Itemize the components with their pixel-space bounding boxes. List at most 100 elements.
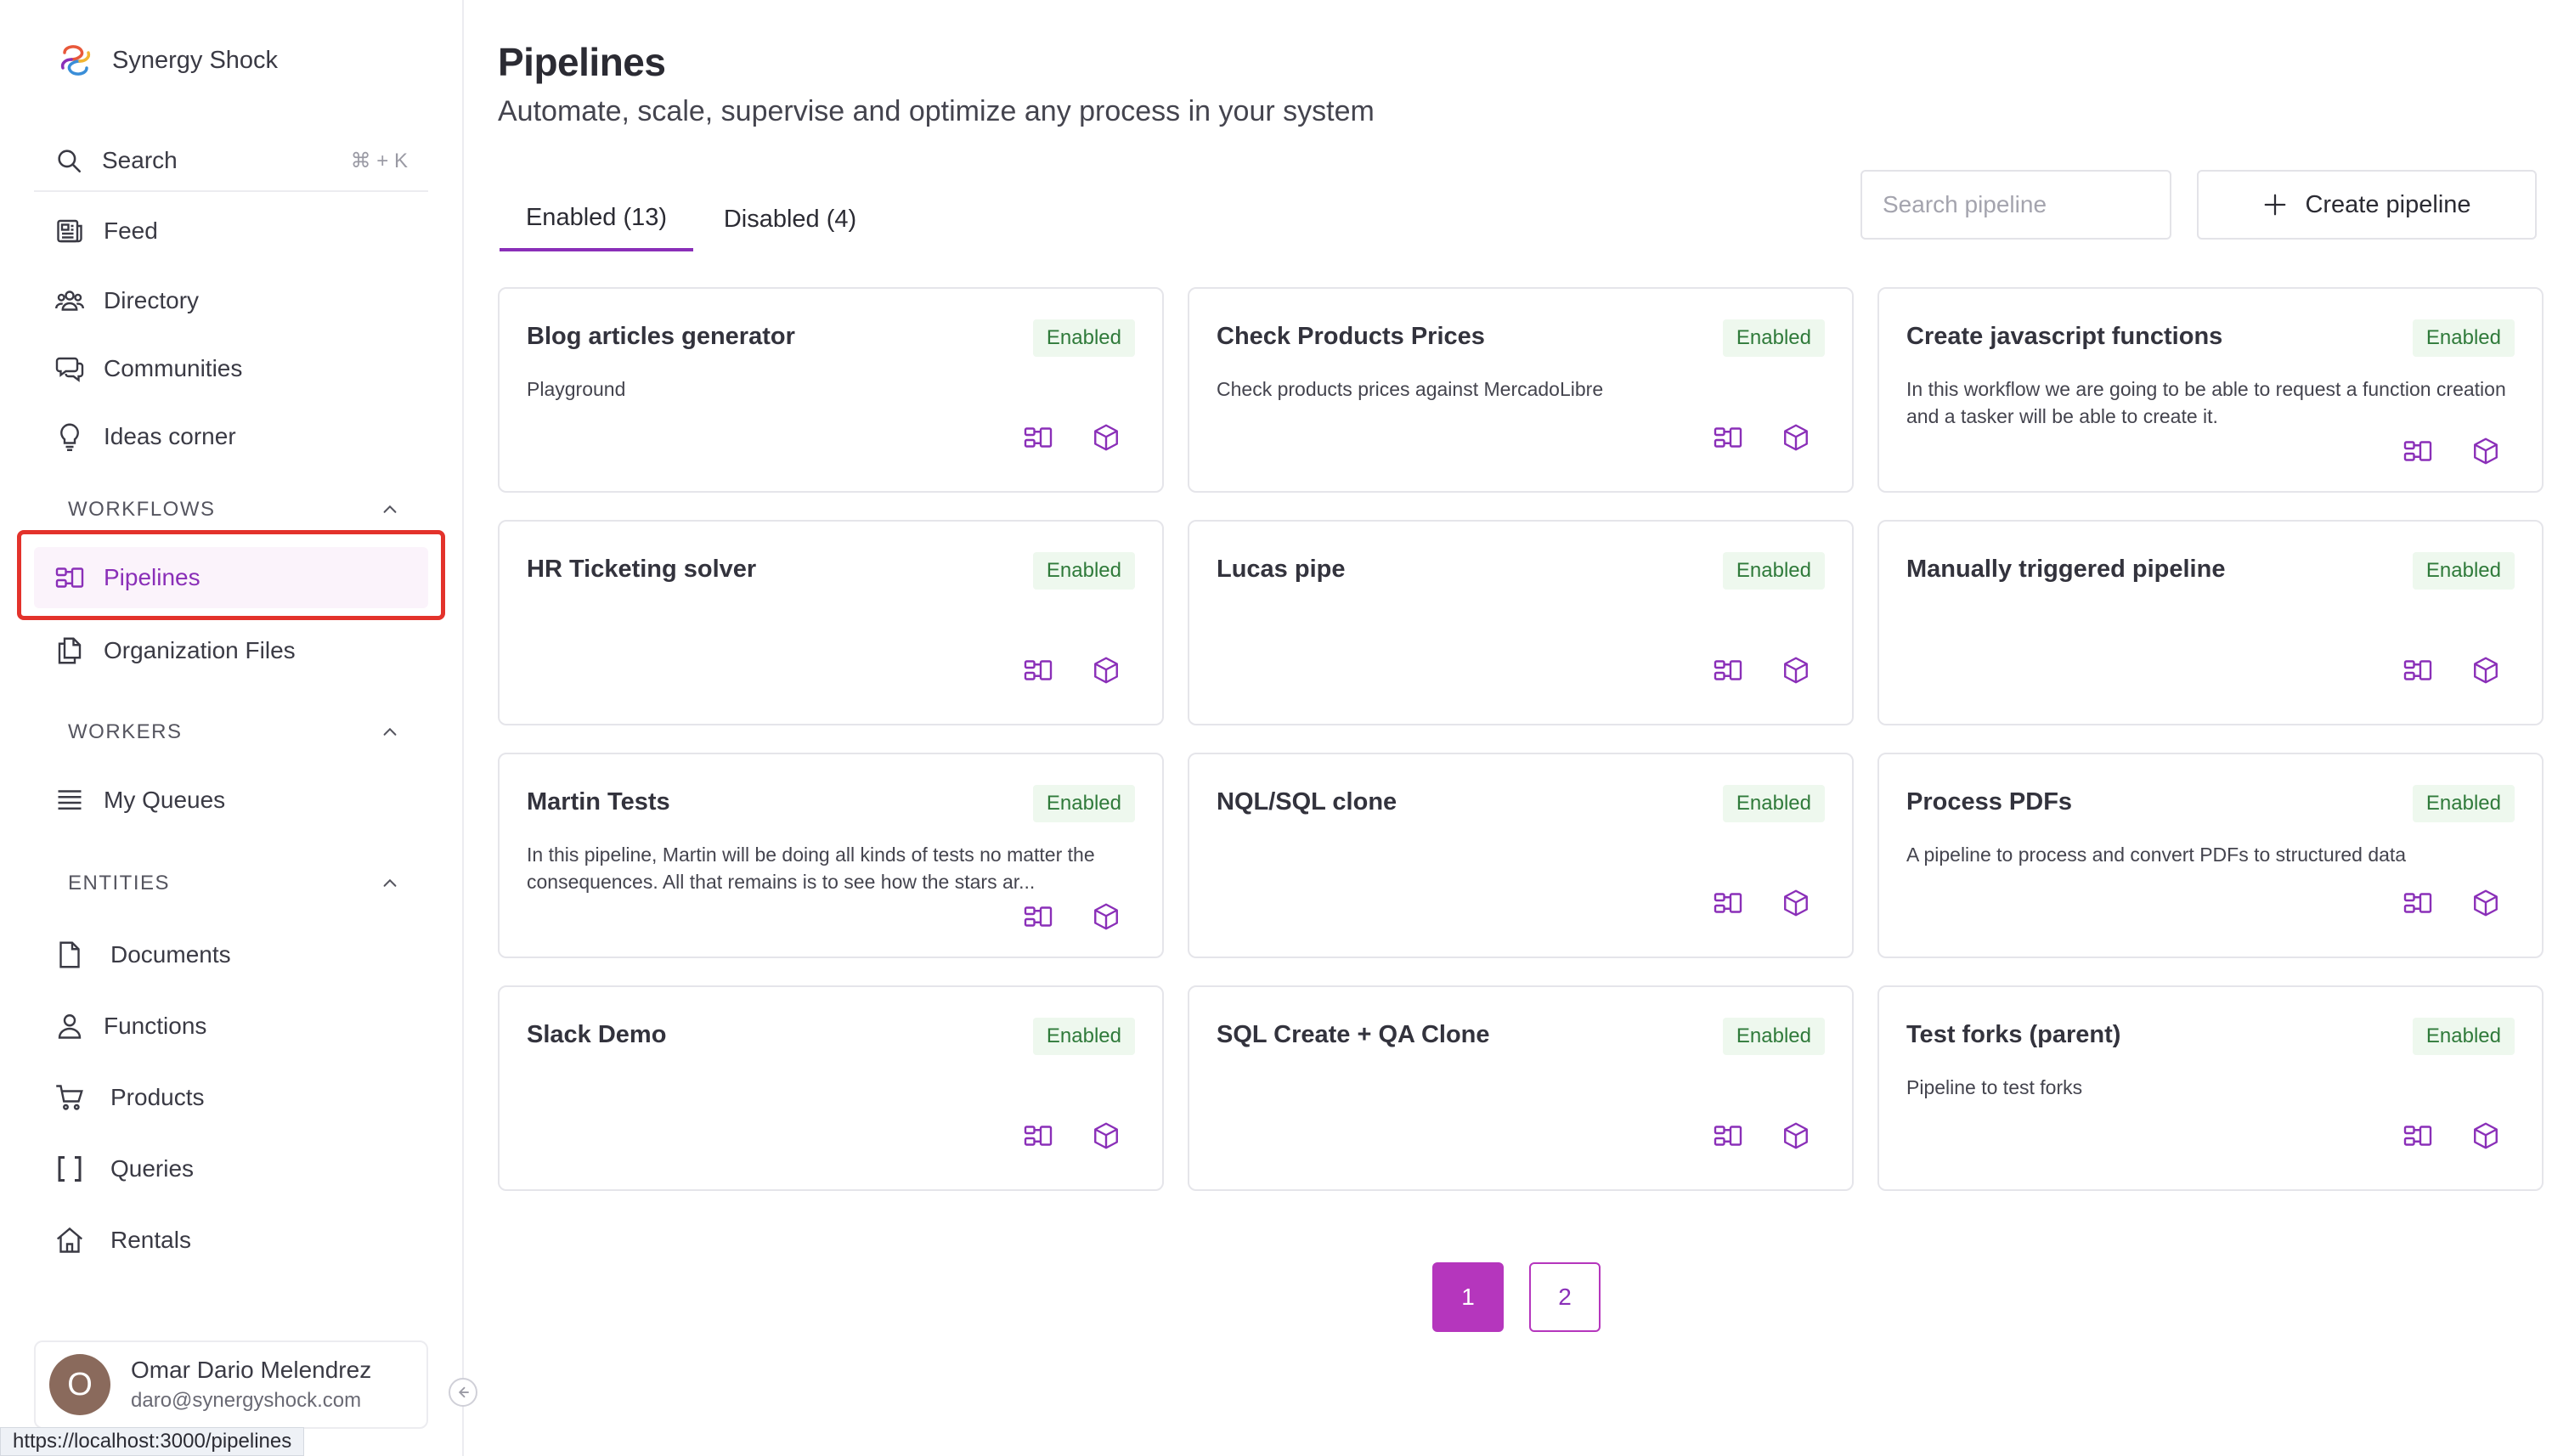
page-title: Pipelines xyxy=(498,40,666,84)
pagination-page-1[interactable]: 1 xyxy=(1432,1262,1504,1332)
pipeline-package-button[interactable] xyxy=(2470,1120,2501,1155)
cube-icon xyxy=(2474,1122,2498,1149)
brackets-icon xyxy=(58,1156,82,1182)
collapse-sidebar-button[interactable] xyxy=(449,1378,477,1407)
pipeline-description: In this pipeline, Martin will be doing a… xyxy=(527,844,1095,893)
pipeline-icon xyxy=(1714,660,1742,680)
user-profile-card[interactable]: O Omar Dario Melendrez daro@synergyshock… xyxy=(34,1340,428,1429)
sidebar-item-ideas-corner[interactable]: Ideas corner xyxy=(34,406,428,467)
pipeline-view-button[interactable] xyxy=(2402,888,2433,923)
status-badge: Enabled xyxy=(2412,552,2515,590)
cube-icon xyxy=(1094,657,1118,684)
pipeline-icon xyxy=(2403,893,2432,913)
pipeline-view-button[interactable] xyxy=(2402,655,2433,690)
sidebar-item-organization-files[interactable]: Organization Files xyxy=(34,620,428,681)
sidebar-item-products[interactable]: Products xyxy=(34,1067,428,1128)
pipeline-package-button[interactable] xyxy=(1781,655,1811,690)
pipeline-view-button[interactable] xyxy=(1023,1120,1053,1155)
home-icon xyxy=(56,1227,83,1253)
sidebar-item-label: Functions xyxy=(104,1013,207,1039)
pipeline-card[interactable]: HR Ticketing solver Enabled xyxy=(498,520,1164,725)
cube-icon xyxy=(2474,437,2498,465)
sidebar-item-queries[interactable]: Queries xyxy=(34,1138,428,1199)
pipeline-view-button[interactable] xyxy=(1713,888,1743,923)
brand-name: Synergy Shock xyxy=(112,46,279,74)
pipeline-card[interactable]: Test forks (parent) Enabled Pipeline to … xyxy=(1877,985,2544,1191)
sidebar-search[interactable]: Search ⌘ + K xyxy=(34,131,428,192)
sidebar-item-communities[interactable]: Communities xyxy=(34,338,428,399)
pipeline-package-button[interactable] xyxy=(1091,655,1121,690)
pipeline-package-button[interactable] xyxy=(1091,901,1121,936)
pipeline-title: Test forks (parent) xyxy=(1906,1021,2121,1048)
search-pipeline-input[interactable] xyxy=(1860,170,2171,240)
sidebar-item-rentals[interactable]: Rentals xyxy=(34,1210,428,1271)
pipeline-package-button[interactable] xyxy=(1781,888,1811,923)
pipeline-view-button[interactable] xyxy=(2402,1120,2433,1155)
sidebar-item-label: Organization Files xyxy=(104,637,296,663)
pipeline-icon xyxy=(2403,660,2432,680)
pipeline-card[interactable]: Slack Demo Enabled xyxy=(498,985,1164,1191)
section-entities[interactable]: ENTITIES xyxy=(68,866,399,900)
pipeline-description: Pipeline to test forks xyxy=(1906,1076,2083,1098)
files-icon xyxy=(58,637,82,664)
users-group-icon xyxy=(55,291,84,311)
queue-list-icon xyxy=(58,790,82,810)
pipeline-view-button[interactable] xyxy=(1713,655,1743,690)
section-workflows[interactable]: WORKFLOWS xyxy=(68,493,399,527)
pipeline-card[interactable]: Manually triggered pipeline Enabled xyxy=(1877,520,2544,725)
sidebar-item-my-queues[interactable]: My Queues xyxy=(34,770,428,831)
pipeline-card[interactable]: NQL/SQL clone Enabled xyxy=(1188,753,1854,958)
pipeline-package-button[interactable] xyxy=(1091,422,1121,457)
pipeline-title: HR Ticketing solver xyxy=(527,556,757,583)
pipeline-card[interactable]: Blog articles generator Enabled Playgrou… xyxy=(498,287,1164,493)
pipeline-package-button[interactable] xyxy=(1781,422,1811,457)
user-name: Omar Dario Melendrez xyxy=(131,1357,372,1383)
pipeline-card[interactable]: Create javascript functions Enabled In t… xyxy=(1877,287,2544,493)
pipeline-card[interactable]: Martin Tests Enabled In this pipeline, M… xyxy=(498,753,1164,958)
pipeline-view-button[interactable] xyxy=(1023,422,1053,457)
section-workers[interactable]: WORKERS xyxy=(68,715,399,749)
status-badge: Enabled xyxy=(2412,785,2515,822)
pipeline-package-button[interactable] xyxy=(2470,888,2501,923)
pipeline-icon xyxy=(1024,906,1053,927)
sidebar-item-label: Products xyxy=(110,1084,205,1110)
sidebar-item-label: Directory xyxy=(104,287,200,313)
pipeline-package-button[interactable] xyxy=(1091,1120,1121,1155)
pipeline-package-button[interactable] xyxy=(2470,436,2501,471)
search-shortcut: ⌘ + K xyxy=(350,149,408,172)
pipeline-icon xyxy=(1024,660,1053,680)
pipeline-title: Slack Demo xyxy=(527,1021,667,1048)
pipeline-view-button[interactable] xyxy=(1713,422,1743,457)
pagination-page-2[interactable]: 2 xyxy=(1529,1262,1601,1332)
pipeline-description: Check products prices against MercadoLib… xyxy=(1217,378,1604,400)
pipeline-description: In this workflow we are going to be able… xyxy=(1906,378,2506,427)
create-pipeline-button[interactable]: Create pipeline xyxy=(2197,170,2537,240)
newspaper-icon xyxy=(57,219,82,243)
cube-icon xyxy=(1094,1122,1118,1149)
pipeline-view-button[interactable] xyxy=(1713,1120,1743,1155)
pipeline-title: NQL/SQL clone xyxy=(1217,788,1397,815)
sidebar-item-directory[interactable]: Directory xyxy=(34,270,428,331)
cube-icon xyxy=(1784,1122,1808,1149)
tab-enabled[interactable]: Enabled (13) xyxy=(500,187,693,251)
pipeline-view-button[interactable] xyxy=(1023,655,1053,690)
pipeline-card[interactable]: Check Products Prices Enabled Check prod… xyxy=(1188,287,1854,493)
sidebar-item-documents[interactable]: Documents xyxy=(34,924,428,985)
pipeline-view-button[interactable] xyxy=(1023,901,1053,936)
user-email: daro@synergyshock.com xyxy=(131,1389,362,1412)
section-title-label: WORKFLOWS xyxy=(68,498,216,521)
brand[interactable]: Synergy Shock xyxy=(56,41,278,80)
pipeline-package-button[interactable] xyxy=(2470,655,2501,690)
sidebar-item-feed[interactable]: Feed xyxy=(34,200,428,262)
create-pipeline-label: Create pipeline xyxy=(2305,190,2471,218)
pipeline-view-button[interactable] xyxy=(2402,436,2433,471)
pipeline-card[interactable]: Lucas pipe Enabled xyxy=(1188,520,1854,725)
tab-disabled[interactable]: Disabled (4) xyxy=(707,187,873,251)
sidebar-item-functions[interactable]: Functions xyxy=(34,996,428,1057)
pipeline-icon xyxy=(2403,441,2432,461)
chevron-up-icon xyxy=(383,878,397,887)
pipeline-card[interactable]: SQL Create + QA Clone Enabled xyxy=(1188,985,1854,1191)
status-badge: Enabled xyxy=(1032,552,1135,590)
pipeline-card[interactable]: Process PDFs Enabled A pipeline to proce… xyxy=(1877,753,2544,958)
pipeline-package-button[interactable] xyxy=(1781,1120,1811,1155)
